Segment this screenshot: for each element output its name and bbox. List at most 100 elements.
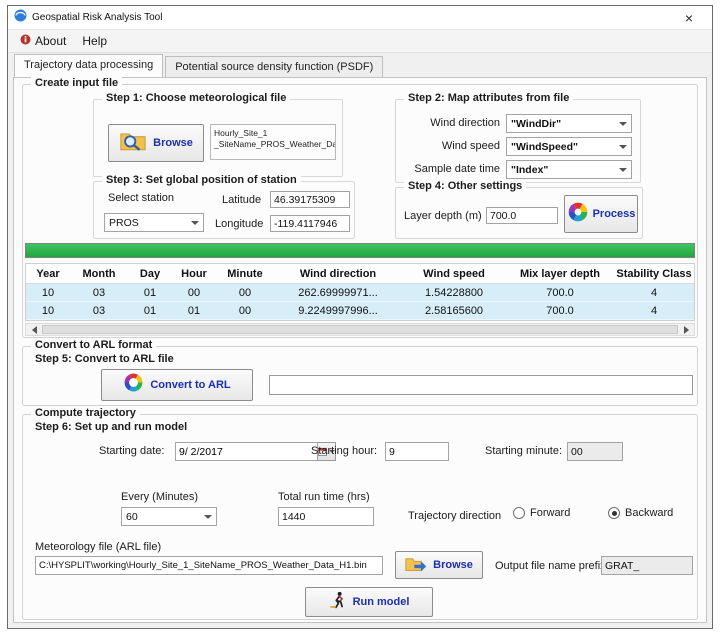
scrollbar-thumb[interactable] bbox=[42, 325, 678, 334]
station-combo[interactable]: PROS bbox=[104, 213, 204, 232]
folder-search-icon bbox=[119, 129, 147, 157]
starting-date-picker[interactable] bbox=[175, 442, 269, 461]
scroll-left-icon[interactable] bbox=[28, 325, 40, 334]
output-prefix-field[interactable] bbox=[601, 556, 693, 575]
backward-radio-label: Backward bbox=[625, 507, 673, 519]
starting-minute-field[interactable] bbox=[567, 442, 623, 461]
col-day: Day bbox=[128, 268, 172, 280]
convert-to-arl-button[interactable]: Convert to ARL bbox=[101, 369, 253, 401]
browse-arl-label: Browse bbox=[433, 559, 473, 571]
every-minutes-combo[interactable]: 60 bbox=[121, 507, 217, 526]
window-title: Geospatial Risk Analysis Tool bbox=[32, 12, 162, 23]
chevron-down-icon bbox=[619, 145, 627, 149]
radio-circle-icon bbox=[608, 507, 620, 519]
grid-header-row: Year Month Day Hour Minute Wind directio… bbox=[26, 264, 694, 284]
col-hour: Hour bbox=[172, 268, 216, 280]
folder-arrow-icon bbox=[405, 554, 427, 577]
chosen-file-line1: Hourly_Site_1 bbox=[214, 128, 332, 139]
tab-page: Create input file Step 1: Choose meteoro… bbox=[13, 77, 707, 623]
trajectory-direction-label: Trajectory direction bbox=[408, 510, 501, 522]
starting-date-field[interactable] bbox=[175, 442, 318, 461]
radio-circle-icon bbox=[513, 507, 525, 519]
step4-title: Step 4: Other settings bbox=[404, 180, 526, 192]
sample-date-time-label: Sample date time bbox=[400, 163, 500, 175]
longitude-label: Longitude bbox=[215, 218, 263, 230]
forward-radio-label: Forward bbox=[530, 507, 570, 519]
step2-title: Step 2: Map attributes from file bbox=[404, 92, 573, 104]
latitude-label: Latitude bbox=[222, 194, 261, 206]
browse-arl-file-button[interactable]: Browse bbox=[395, 551, 483, 579]
cell: 1.54228800 bbox=[402, 287, 506, 299]
about-icon bbox=[20, 34, 31, 48]
cell: 9.2249997996... bbox=[274, 305, 402, 317]
grid-hscrollbar[interactable] bbox=[25, 323, 695, 336]
forward-radio[interactable]: Forward bbox=[513, 507, 570, 519]
tab-strip: Trajectory data processing Potential sou… bbox=[10, 53, 710, 77]
layer-depth-field[interactable] bbox=[486, 207, 558, 224]
latitude-field[interactable] bbox=[270, 191, 350, 208]
longitude-field[interactable] bbox=[270, 215, 350, 232]
select-station-label: Select station bbox=[108, 192, 174, 204]
color-wheel-icon bbox=[567, 201, 589, 228]
weather-data-grid: Year Month Day Hour Minute Wind directio… bbox=[25, 263, 695, 321]
cell: 00 bbox=[216, 287, 274, 299]
title-bar[interactable]: Geospatial Risk Analysis Tool × bbox=[8, 6, 712, 30]
cell: 03 bbox=[70, 287, 128, 299]
chevron-down-icon bbox=[619, 168, 627, 172]
convert-to-arl-label: Convert to ARL bbox=[150, 379, 230, 391]
chevron-down-icon bbox=[204, 515, 212, 519]
cell: 00 bbox=[216, 305, 274, 317]
col-minute: Minute bbox=[216, 268, 274, 280]
tab-trajectory-data-processing[interactable]: Trajectory data processing bbox=[14, 54, 163, 77]
chevron-down-icon bbox=[619, 122, 627, 126]
menu-help[interactable]: Help bbox=[74, 31, 115, 51]
cell: 4 bbox=[614, 305, 694, 317]
step2-box: Step 2: Map attributes from file Wind di… bbox=[395, 99, 641, 183]
tab-psdf[interactable]: Potential source density function (PSDF) bbox=[165, 56, 383, 77]
convert-arl-group: Convert to ARL format Step 5: Convert to… bbox=[22, 346, 698, 406]
every-minutes-value: 60 bbox=[126, 511, 138, 523]
table-row[interactable]: 10 03 01 01 00 9.2249997996... 2.5816560… bbox=[26, 302, 694, 320]
backward-radio[interactable]: Backward bbox=[608, 507, 673, 519]
sample-date-time-value: "Index" bbox=[511, 164, 548, 176]
col-mix-layer-depth: Mix layer depth bbox=[506, 268, 614, 280]
table-row[interactable]: 10 03 01 00 00 262.69999971... 1.5422880… bbox=[26, 284, 694, 302]
step3-box: Step 3: Set global position of station S… bbox=[93, 181, 355, 239]
menu-about[interactable]: About bbox=[12, 31, 74, 51]
wind-speed-combo[interactable]: "WindSpeed" bbox=[506, 137, 632, 156]
cell: 00 bbox=[172, 287, 216, 299]
wind-direction-combo[interactable]: "WindDir" bbox=[506, 114, 632, 133]
convert-progress-bar bbox=[269, 375, 693, 395]
scroll-right-icon[interactable] bbox=[680, 325, 692, 334]
create-input-file-title: Create input file bbox=[31, 77, 122, 89]
step6-title: Step 6: Set up and run model bbox=[35, 421, 187, 433]
process-button[interactable]: Process bbox=[564, 195, 638, 233]
cell: 2.58165600 bbox=[402, 305, 506, 317]
step4-box: Step 4: Other settings Layer depth (m) P… bbox=[395, 187, 643, 239]
starting-date-label: Starting date: bbox=[99, 445, 164, 457]
runner-icon bbox=[329, 591, 347, 614]
run-model-button[interactable]: Run model bbox=[305, 587, 433, 617]
sample-date-time-combo[interactable]: "Index" bbox=[506, 160, 632, 179]
starting-hour-field[interactable] bbox=[385, 442, 449, 461]
compute-trajectory-title: Compute trajectory bbox=[31, 407, 140, 419]
cell: 01 bbox=[172, 305, 216, 317]
menu-bar: About Help bbox=[8, 30, 712, 53]
browse-met-csv-button[interactable]: Browse bbox=[108, 124, 204, 162]
close-button[interactable]: × bbox=[672, 6, 706, 29]
starting-hour-label: Starting hour: bbox=[311, 445, 377, 457]
cell: 700.0 bbox=[506, 287, 614, 299]
step1-title: Step 1: Choose meteorological file bbox=[102, 92, 290, 104]
wind-direction-value: "WindDir" bbox=[511, 118, 561, 130]
chosen-file-line2: _SiteName_PROS_Weather_Data.csv bbox=[214, 139, 332, 150]
compute-trajectory-group: Compute trajectory Step 6: Set up and ru… bbox=[22, 414, 698, 620]
step5-title: Step 5: Convert to ARL file bbox=[35, 353, 174, 365]
met-file-field[interactable] bbox=[35, 556, 383, 575]
col-year: Year bbox=[26, 268, 70, 280]
met-file-label: Meteorology file (ARL file) bbox=[35, 541, 161, 553]
cell: 700.0 bbox=[506, 305, 614, 317]
total-run-time-field[interactable] bbox=[278, 507, 374, 526]
color-wheel-icon bbox=[123, 372, 144, 398]
cell: 01 bbox=[128, 305, 172, 317]
chevron-down-icon bbox=[191, 221, 199, 225]
